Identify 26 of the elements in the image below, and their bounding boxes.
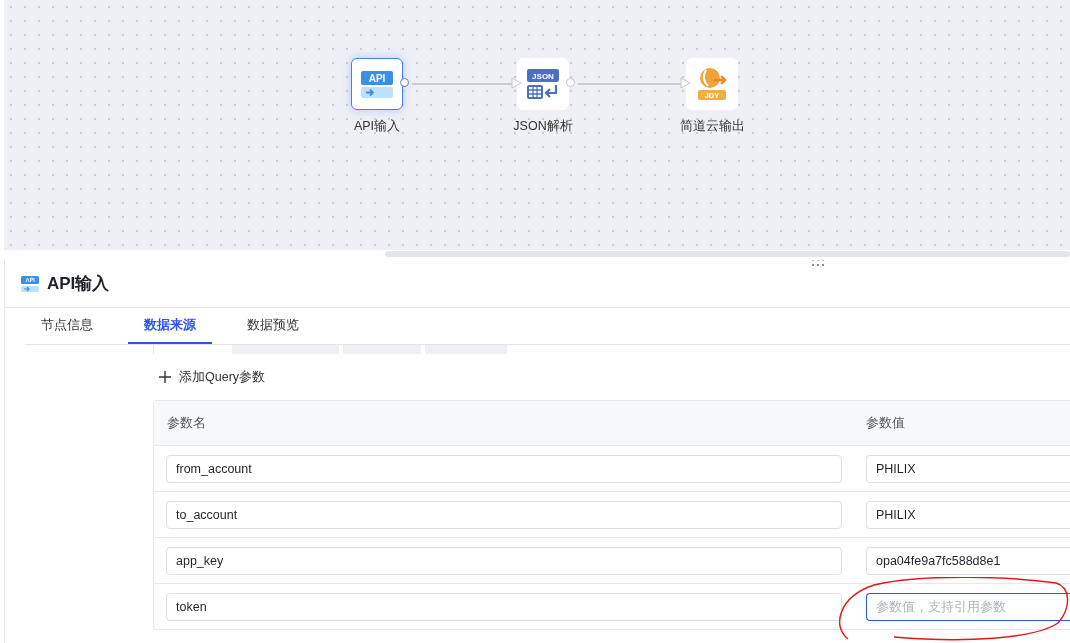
- scrollbar[interactable]: [385, 251, 1070, 257]
- output-port[interactable]: [566, 78, 575, 87]
- param-name-field[interactable]: to_account: [166, 500, 842, 529]
- input-port: [680, 77, 691, 89]
- param-value-field[interactable]: 参数值，支持引用参数: [866, 592, 1070, 621]
- api-input-icon: [21, 274, 39, 293]
- add-query-param-button[interactable]: 添加Query参数: [159, 368, 266, 386]
- param-name-field[interactable]: app_key: [166, 546, 842, 575]
- column-header: 参数名: [166, 414, 207, 432]
- param-name-field[interactable]: from_account: [166, 454, 842, 483]
- param-name-field[interactable]: token: [166, 592, 842, 621]
- node-label: JSON解析: [513, 118, 573, 135]
- param-value-field[interactable]: opa04fe9a7fc588d8e1: [866, 546, 1070, 575]
- node-label: 简道云输出: [679, 118, 745, 135]
- column-header: 参数值: [865, 414, 906, 432]
- node-label: API输入: [353, 118, 401, 135]
- tab[interactable]: 数据预览: [231, 308, 315, 344]
- output-port[interactable]: [400, 78, 409, 87]
- param-value-field[interactable]: PHILIX: [866, 454, 1070, 483]
- flow-node[interactable]: JSON: [517, 58, 569, 110]
- tab[interactable]: 数据来源: [128, 308, 212, 344]
- plus-icon: [159, 371, 171, 383]
- panel-title: API输入: [47, 273, 110, 295]
- param-value-field[interactable]: PHILIX: [866, 500, 1070, 529]
- input-port: [511, 77, 522, 89]
- tab[interactable]: 节点信息: [25, 308, 109, 344]
